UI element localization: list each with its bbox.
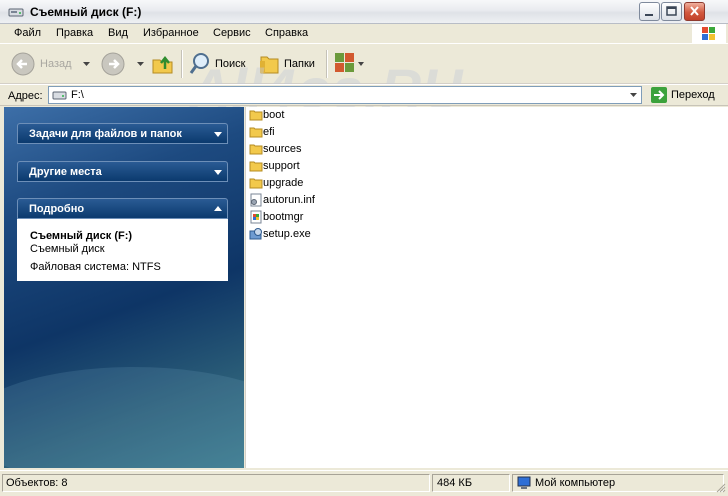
details-file-system: Файловая система: NTFS [30, 261, 161, 273]
file-name: boot [263, 109, 285, 121]
address-value: F:\ [71, 89, 84, 101]
file-name: support [263, 160, 300, 172]
forward-dropdown-icon[interactable] [136, 61, 145, 67]
go-label: Переход [671, 89, 715, 101]
minimize-icon [645, 14, 653, 16]
folder-icon [249, 110, 263, 121]
task-pane: Задачи для файлов и папок Другие места П… [4, 107, 244, 468]
menu-bar: Файл Правка Вид Избранное Сервис Справка [0, 24, 728, 44]
search-label: Поиск [215, 58, 246, 70]
folders-label: Папки [284, 58, 315, 70]
address-input[interactable]: F:\ [48, 86, 642, 104]
go-button[interactable]: Переход [649, 87, 725, 104]
back-button[interactable]: Назад [10, 50, 72, 78]
resize-grip-icon[interactable] [714, 481, 726, 493]
go-arrow-icon [651, 87, 667, 103]
up-folder-icon [152, 55, 173, 74]
window-title: Съемный диск (F:) [30, 5, 142, 19]
forward-arrow-icon [101, 52, 125, 76]
windows-logo-icon [692, 24, 726, 43]
menu-edit[interactable]: Правка [56, 27, 93, 39]
menu-view[interactable]: Вид [108, 27, 128, 39]
menu-help[interactable]: Справка [265, 27, 308, 39]
status-size: 484 КБ [437, 477, 473, 489]
details-title: Подробно [29, 203, 85, 215]
other-places-title: Другие места [29, 166, 102, 178]
settings-file-icon [250, 193, 262, 207]
status-objects: Объектов: 8 [6, 477, 68, 489]
status-location-cell: Мой компьютер [512, 474, 724, 492]
folders-button[interactable]: Папки [258, 50, 322, 78]
minimize-button[interactable] [639, 2, 660, 21]
chevron-down-icon[interactable] [214, 132, 222, 137]
chevron-up-icon[interactable] [214, 206, 222, 211]
status-size-cell: 484 КБ [432, 474, 510, 492]
details-panel: Съемный диск (F:) Съемный диск Файловая … [17, 219, 228, 281]
status-bar: Объектов: 8 484 КБ Мой компьютер [0, 470, 728, 496]
search-button[interactable]: Поиск [188, 50, 250, 78]
chevron-down-icon[interactable] [214, 170, 222, 175]
status-location: Мой компьютер [535, 477, 616, 489]
toolbar: Назад Поиск Папки [0, 43, 728, 84]
file-tasks-title: Задачи для файлов и папок [29, 128, 182, 140]
folders-icon [260, 56, 279, 74]
file-tasks-header[interactable]: Задачи для файлов и папок [17, 123, 228, 144]
file-list: boot efi sources support upgrade autorun… [245, 107, 728, 468]
menu-favorites[interactable]: Избранное [143, 27, 199, 39]
folder-icon [249, 178, 263, 189]
address-dropdown-icon[interactable] [626, 87, 641, 103]
title-bar[interactable]: Съемный диск (F:) [0, 0, 728, 24]
back-arrow-icon [11, 52, 35, 76]
status-objects-cell: Объектов: 8 [2, 474, 430, 492]
address-bar: Адрес: F:\ Переход [0, 84, 728, 106]
views-icon [335, 53, 364, 72]
removable-drive-icon [52, 91, 67, 100]
other-places-header[interactable]: Другие места [17, 161, 228, 182]
pane-background-decoration [4, 367, 244, 468]
file-name: upgrade [263, 177, 304, 189]
setup-exe-icon [249, 228, 262, 240]
folder-icon [249, 161, 263, 172]
back-label: Назад [40, 58, 72, 70]
removable-drive-icon [8, 8, 24, 17]
forward-button[interactable] [100, 50, 128, 78]
maximize-icon [666, 6, 677, 16]
back-dropdown-icon[interactable] [82, 61, 91, 67]
my-computer-icon [517, 476, 531, 489]
file-name: autorun.inf [263, 194, 315, 206]
close-icon [690, 6, 699, 16]
explorer-window: Съемный диск (F:) Файл Правка Вид Избран… [0, 0, 728, 496]
details-drive-type: Съемный диск [30, 243, 105, 255]
toolbar-separator [181, 50, 183, 78]
close-button[interactable] [684, 2, 705, 21]
file-name: sources [263, 143, 302, 155]
menu-file[interactable]: Файл [14, 27, 41, 39]
file-name: bootmgr [263, 211, 304, 223]
folder-icon [249, 144, 263, 155]
views-button[interactable] [333, 51, 367, 77]
maximize-button[interactable] [661, 2, 682, 21]
folder-icon [249, 127, 263, 138]
file-name: setup.exe [263, 228, 311, 240]
file-name: efi [263, 126, 275, 138]
search-icon [189, 53, 209, 74]
up-folder-button[interactable] [150, 51, 176, 77]
address-label: Адрес: [8, 90, 43, 102]
details-drive-name: Съемный диск (F:) [30, 230, 133, 242]
details-header[interactable]: Подробно [17, 198, 228, 219]
menu-tools[interactable]: Сервис [213, 27, 251, 39]
system-file-icon [250, 210, 262, 224]
toolbar-separator [326, 50, 328, 78]
